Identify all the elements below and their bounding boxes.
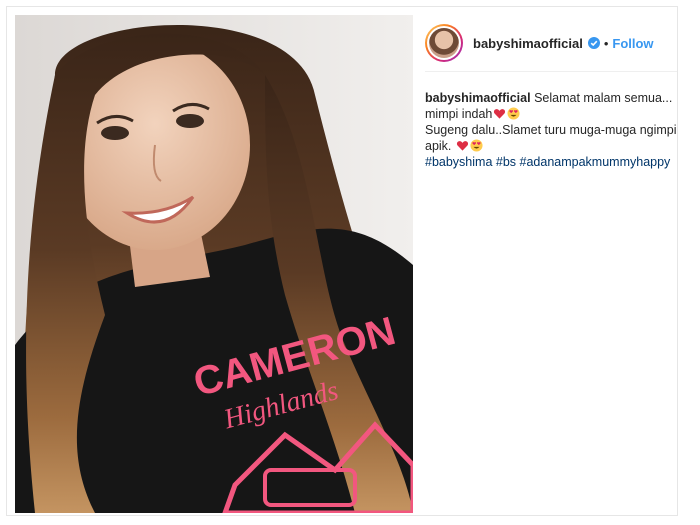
hashtag-list: #babyshima #bs #adanampakmummyhappy bbox=[425, 155, 670, 169]
instagram-post-card: CAMERON Highlands babyshimaofficial • Fo… bbox=[6, 6, 678, 516]
header-username[interactable]: babyshimaofficial bbox=[473, 36, 583, 51]
hashtag-link[interactable]: #babyshima bbox=[425, 155, 492, 169]
follow-button[interactable]: Follow bbox=[612, 36, 653, 51]
red-heart-icon bbox=[456, 141, 468, 151]
selfie-image: CAMERON Highlands bbox=[15, 15, 413, 513]
red-heart-icon bbox=[494, 109, 506, 119]
heart-eyes-face-icon bbox=[507, 107, 520, 120]
verified-badge-icon bbox=[587, 37, 600, 49]
post-header: babyshimaofficial • Follow bbox=[425, 15, 677, 72]
post-side-panel: babyshimaofficial • Follow babyshimaoffi… bbox=[425, 15, 677, 170]
separator-dot: • bbox=[603, 35, 609, 51]
hashtag-link[interactable]: #adanampakmummyhappy bbox=[520, 155, 671, 169]
post-caption: babyshimaofficial Selamat malam semua...… bbox=[425, 72, 677, 170]
hashtag-link[interactable]: #bs bbox=[496, 155, 516, 169]
caption-username[interactable]: babyshimaofficial bbox=[425, 91, 531, 105]
heart-eyes-face-icon bbox=[470, 139, 483, 152]
avatar[interactable] bbox=[425, 24, 463, 62]
post-photo[interactable]: CAMERON Highlands bbox=[15, 15, 413, 513]
